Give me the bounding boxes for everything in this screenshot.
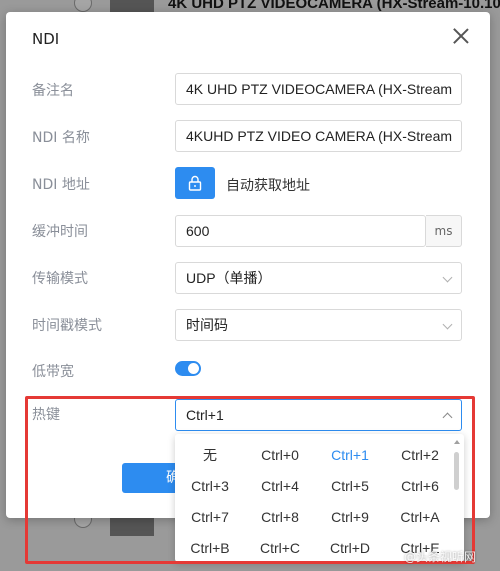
hotkey-select[interactable]: Ctrl+1 (175, 399, 462, 431)
hotkey-value: Ctrl+1 (186, 407, 224, 423)
hotkey-option[interactable]: Ctrl+B (175, 533, 245, 562)
hotkey-option[interactable]: Ctrl+5 (315, 471, 385, 502)
hotkey-option[interactable]: Ctrl+7 (175, 502, 245, 533)
ndi-name-value: 4KUHD PTZ VIDEO CAMERA (HX-Stream (186, 128, 453, 144)
auto-address-label: 自动获取地址 (226, 178, 310, 194)
chevron-up-icon (442, 412, 453, 423)
remark-value: 4K UHD PTZ VIDEOCAMERA (HX-Stream (186, 81, 453, 97)
watermark: @头条视听网 (404, 550, 477, 564)
transport-label: 传输模式 (32, 271, 88, 287)
background-list-title: 4K UHD PTZ VIDEOCAMERA (HX-Stream-10.10.… (168, 0, 500, 12)
hotkey-dropdown: 无 Ctrl+0 Ctrl+1 Ctrl+2 Ctrl+3 Ctrl+4 Ctrl+5 Ctr… (175, 434, 464, 562)
hotkey-option[interactable]: Ctrl+9 (315, 502, 385, 533)
hotkey-option[interactable]: Ctrl+D (315, 533, 385, 562)
hotkey-option[interactable]: 无 (175, 440, 245, 471)
timestamp-label: 时间戳模式 (32, 318, 102, 334)
chevron-down-icon (442, 319, 453, 330)
timestamp-select[interactable]: 时间码 (175, 309, 462, 341)
buffer-label: 缓冲时间 (32, 224, 88, 240)
ndi-name-input[interactable]: 4KUHD PTZ VIDEO CAMERA (HX-Stream (175, 120, 462, 152)
ndi-name-label: NDI 名称 (32, 130, 90, 146)
timestamp-value: 时间码 (186, 317, 228, 333)
lock-button[interactable] (175, 167, 215, 199)
chevron-down-icon (442, 272, 453, 283)
hotkey-label: 热键 (32, 407, 60, 423)
buffer-unit: ms (426, 215, 462, 247)
buffer-value: 600 (186, 223, 210, 239)
low-bandwidth-toggle[interactable] (175, 361, 201, 376)
toggle-knob (188, 363, 199, 374)
lock-icon (188, 175, 202, 191)
transport-select[interactable]: UDP（单播） (175, 262, 462, 294)
buffer-input[interactable]: 600 (175, 215, 426, 247)
hotkey-option[interactable]: Ctrl+A (385, 502, 455, 533)
transport-value: UDP（单播） (186, 270, 272, 286)
dialog-title: NDI (32, 30, 60, 48)
hotkey-option[interactable]: Ctrl+0 (245, 440, 315, 471)
hotkey-option[interactable]: Ctrl+C (245, 533, 315, 562)
hotkey-option[interactable]: Ctrl+4 (245, 471, 315, 502)
remark-label: 备注名 (32, 83, 74, 99)
background-radio (74, 0, 92, 12)
hotkey-option[interactable]: Ctrl+1 (315, 440, 385, 471)
ndi-address-label: NDI 地址 (32, 177, 90, 193)
hotkey-option[interactable]: Ctrl+3 (175, 471, 245, 502)
hotkey-option[interactable]: Ctrl+2 (385, 440, 455, 471)
scroll-up-icon[interactable] (454, 440, 460, 444)
low-bandwidth-label: 低带宽 (32, 364, 74, 380)
hotkey-option[interactable]: Ctrl+8 (245, 502, 315, 533)
remark-input[interactable]: 4K UHD PTZ VIDEOCAMERA (HX-Stream (175, 73, 462, 105)
hotkey-options-grid: 无 Ctrl+0 Ctrl+1 Ctrl+2 Ctrl+3 Ctrl+4 Ctrl+5 Ctr… (175, 440, 455, 562)
hotkey-option[interactable]: Ctrl+6 (385, 471, 455, 502)
scrollbar-thumb[interactable] (454, 452, 459, 490)
close-icon[interactable] (452, 27, 470, 45)
dropdown-scrollbar[interactable] (454, 440, 460, 556)
